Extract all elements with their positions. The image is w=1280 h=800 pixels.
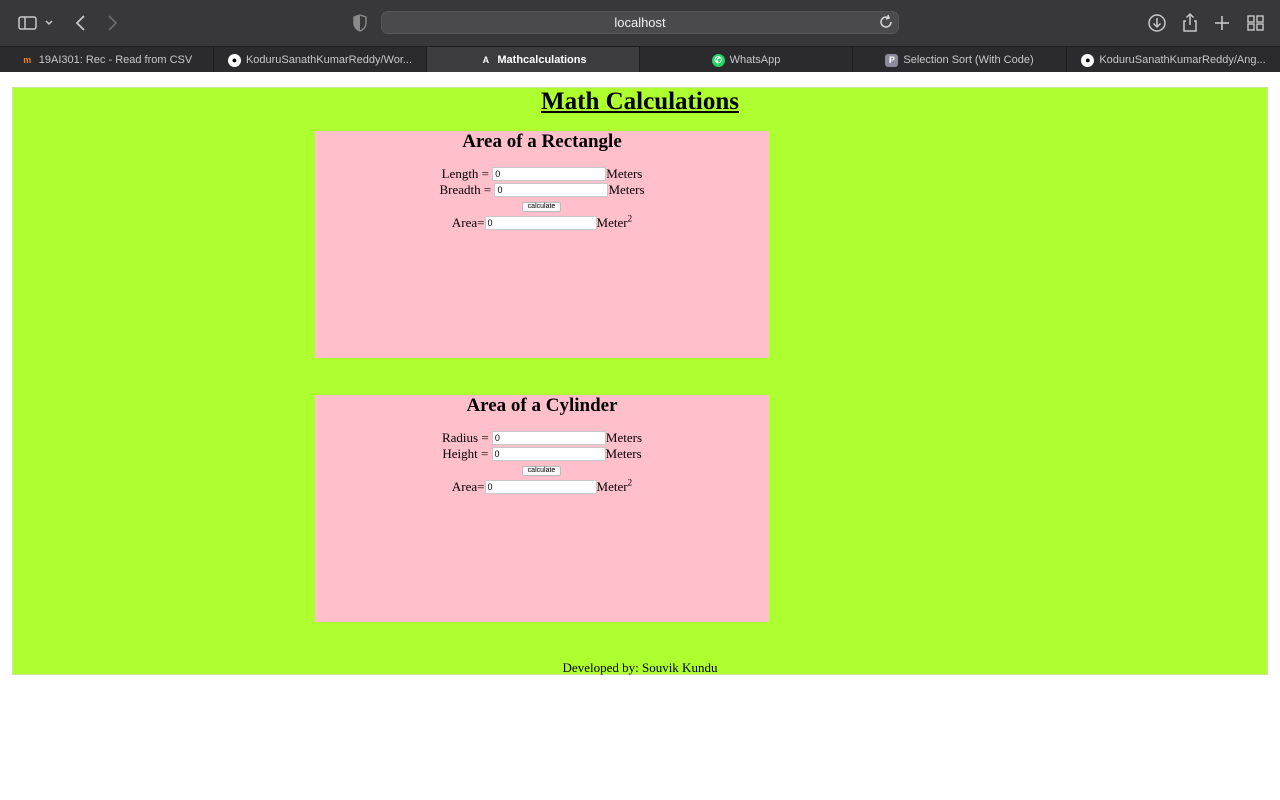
reload-icon[interactable]	[878, 14, 894, 30]
tab-label: KoduruSanathKumarReddy/Ang...	[1099, 54, 1266, 66]
whatsapp-icon: ✆	[711, 53, 725, 67]
programiz-icon: P	[885, 53, 899, 67]
share-icon[interactable]	[1179, 12, 1201, 34]
cylinder-card: Area of a Cylinder Radius = Meters Heigh…	[315, 395, 769, 622]
radius-unit: Meters	[605, 429, 643, 445]
browser-toolbar: localhost	[0, 0, 1280, 46]
cylinder-heading: Area of a Cylinder	[466, 395, 618, 416]
height-row: Height = Meters	[315, 446, 769, 461]
footer-credit: Developed by: Souvik Kundu	[562, 660, 718, 675]
breadth-row: Breadth = Meters	[315, 182, 769, 197]
cylinder-area-row: Area= Meter2	[315, 477, 769, 495]
height-label: Height =	[442, 445, 489, 461]
breadth-input[interactable]	[494, 182, 609, 197]
moodle-icon: m	[23, 55, 32, 65]
area-unit-exponent: 2	[627, 213, 633, 224]
web-page: Math Calculations Area of a Rectangle Le…	[0, 72, 1280, 800]
area-label: Area=	[451, 214, 485, 230]
radius-row: Radius = Meters	[315, 430, 769, 445]
tab-bar: m 19AI301: Rec - Read from CSV ● KoduruS…	[0, 46, 1280, 73]
rectangle-card: Area of a Rectangle Length = Meters Brea…	[315, 131, 769, 358]
height-input[interactable]	[491, 446, 606, 461]
breadth-unit: Meters	[608, 181, 645, 197]
length-label: Length =	[441, 165, 490, 181]
area-label: Area=	[451, 478, 485, 494]
tab-selection-sort[interactable]: P Selection Sort (With Code)	[853, 47, 1067, 73]
address-bar[interactable]: localhost	[381, 11, 899, 34]
tab-label: 19AI301: Rec - Read from CSV	[38, 54, 193, 66]
radius-label: Radius =	[441, 429, 489, 445]
length-unit: Meters	[606, 165, 643, 181]
tab-label: KoduruSanathKumarReddy/Wor...	[245, 54, 413, 66]
rectangle-area-output[interactable]	[484, 215, 597, 230]
area-unit-text: Meter	[596, 478, 628, 494]
github-icon: ●	[227, 53, 241, 67]
tab-github-wor[interactable]: ● KoduruSanathKumarReddy/Wor...	[214, 47, 427, 73]
url-text: localhost	[614, 15, 666, 30]
privacy-shield-icon[interactable]	[352, 14, 368, 32]
length-input[interactable]	[492, 166, 607, 181]
height-unit: Meters	[605, 445, 642, 461]
rectangle-heading: Area of a Rectangle	[462, 131, 622, 152]
new-tab-icon[interactable]	[1211, 12, 1233, 34]
forward-icon[interactable]	[101, 12, 123, 34]
radius-input[interactable]	[491, 430, 606, 445]
angular-icon: A	[482, 55, 490, 65]
main-container: Math Calculations Area of a Rectangle Le…	[12, 87, 1268, 675]
cylinder-area-output[interactable]	[484, 479, 597, 494]
tab-github-ang[interactable]: ● KoduruSanathKumarReddy/Ang...	[1067, 47, 1280, 73]
github-icon: ●	[1081, 53, 1095, 67]
breadth-label: Breadth =	[439, 181, 492, 197]
tab-label: Selection Sort (With Code)	[903, 54, 1034, 66]
area-unit: Meter2	[596, 213, 633, 231]
rectangle-area-row: Area= Meter2	[315, 213, 769, 231]
length-row: Length = Meters	[315, 166, 769, 181]
tab-overview-icon[interactable]	[1245, 12, 1267, 34]
rectangle-calculate-button[interactable]: calculate	[522, 202, 561, 212]
area-unit: Meter2	[596, 477, 633, 495]
back-icon[interactable]	[70, 12, 92, 34]
area-unit-text: Meter	[596, 214, 628, 230]
tab-label: Mathcalculations	[497, 54, 587, 66]
chevron-down-icon[interactable]	[42, 12, 56, 34]
tab-whatsapp[interactable]: ✆ WhatsApp	[640, 47, 853, 73]
downloads-icon[interactable]	[1146, 12, 1168, 34]
tab-mathcalculations[interactable]: A Mathcalculations	[427, 47, 640, 73]
area-unit-exponent: 2	[627, 477, 633, 488]
tab-label: WhatsApp	[729, 54, 781, 66]
sidebar-toggle-icon[interactable]	[17, 12, 39, 34]
cylinder-calculate-button[interactable]: calculate	[522, 466, 561, 476]
page-title: Math Calculations	[541, 88, 739, 115]
tab-rec-read-csv[interactable]: m 19AI301: Rec - Read from CSV	[0, 47, 214, 73]
